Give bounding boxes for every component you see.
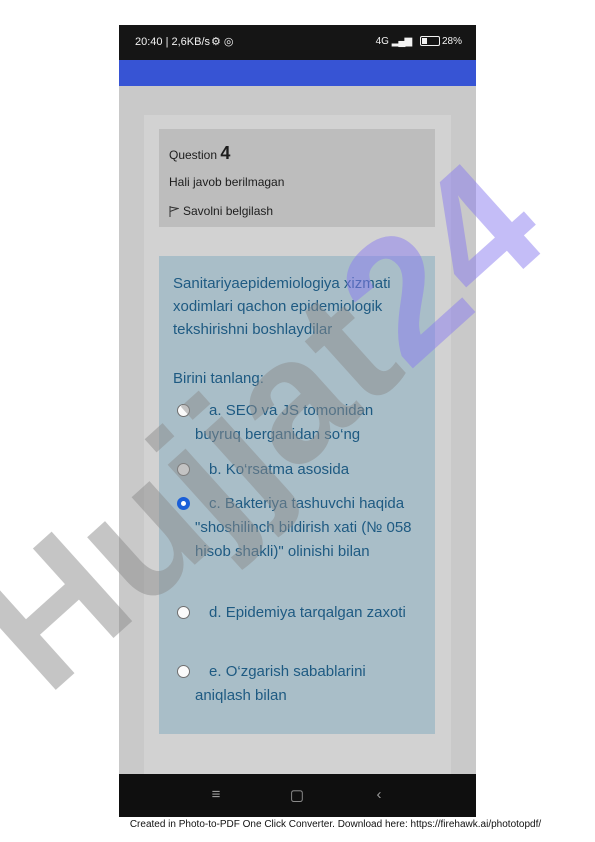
network-label: 4G <box>375 36 389 47</box>
footer-text: Created in Photo-to-PDF One Click Conver… <box>129 819 542 830</box>
answer-prompt: Birini tanlang: <box>173 370 264 387</box>
option-a-label: a. SEO va JS tomonidan buyruq berganidan… <box>195 399 413 447</box>
radio-option-c[interactable] <box>177 497 190 510</box>
phone-screen: 20:40 | 2,6KB/s ⚙ ◎ 4G ▂▄▆ 28% Question … <box>119 25 476 817</box>
back-icon[interactable]: ‹ <box>369 786 389 803</box>
option-a-letter: a. <box>209 402 222 419</box>
option-a-text: SEO va JS tomonidan buyruq berganidan so… <box>195 402 374 443</box>
option-d-text: Epidemiya tarqalgan zaxoti <box>225 604 406 621</box>
option-d-label: d. Epidemiya tarqalgan zaxoti <box>195 601 413 625</box>
question-number: Question 4 <box>169 143 230 164</box>
status-notification-icons: ⚙ ◎ <box>211 36 234 48</box>
option-c-text: Bakteriya tashuvchi haqida "shoshilinch … <box>195 495 412 560</box>
question-text: Sanitariyaepidemiologiya xizmati xodimla… <box>173 275 391 338</box>
flag-icon <box>169 206 179 217</box>
home-icon[interactable]: ▢ <box>287 786 307 804</box>
radio-option-b[interactable] <box>177 463 190 476</box>
option-b-letter: b. <box>209 461 222 478</box>
status-right-group: 4G ▂▄▆ 28% <box>376 36 462 47</box>
signal-icon: ▂▄▆ <box>391 36 412 47</box>
question-status: Hali javob berilmagan <box>169 175 285 189</box>
android-nav-bar: ≡ ▢ ‹ <box>119 774 476 817</box>
flag-label: Savolni belgilash <box>183 204 274 218</box>
option-e-label: e. O‘zgarish sabablarini aniqlash bilan <box>195 660 413 708</box>
option-d-letter: d. <box>209 604 222 621</box>
battery-icon <box>419 36 440 47</box>
battery-percent-sign: % <box>453 36 462 47</box>
flag-question-link[interactable]: Savolni belgilash <box>169 204 273 218</box>
option-b-label: b. Ko‘rsatma asosida <box>195 458 413 482</box>
radio-option-e[interactable] <box>177 665 190 678</box>
menu-icon[interactable]: ≡ <box>206 786 226 803</box>
footer-note: Created in Photo-to-PDF One Click Conver… <box>0 819 595 830</box>
status-time: 20:40 | 2,6KB/s <box>135 36 211 48</box>
question-info-panel: Question 4 Hali javob berilmagan Savolni… <box>159 129 435 227</box>
question-number-value: 4 <box>220 143 231 163</box>
option-c-letter: c. <box>209 495 221 512</box>
battery-level: 28 <box>441 36 454 47</box>
question-box: Sanitariyaepidemiologiya xizmati xodimla… <box>159 256 435 734</box>
app-header <box>119 60 476 86</box>
radio-option-d[interactable] <box>177 606 190 619</box>
option-c-label: c. Bakteriya tashuvchi haqida "shoshilin… <box>195 492 413 564</box>
radio-option-a[interactable] <box>177 404 190 417</box>
option-e-letter: e. <box>209 663 222 680</box>
option-b-text: Ko‘rsatma asosida <box>225 461 350 478</box>
status-bar: 20:40 | 2,6KB/s ⚙ ◎ 4G ▂▄▆ 28% <box>119 25 476 60</box>
question-label: Question <box>169 148 218 162</box>
